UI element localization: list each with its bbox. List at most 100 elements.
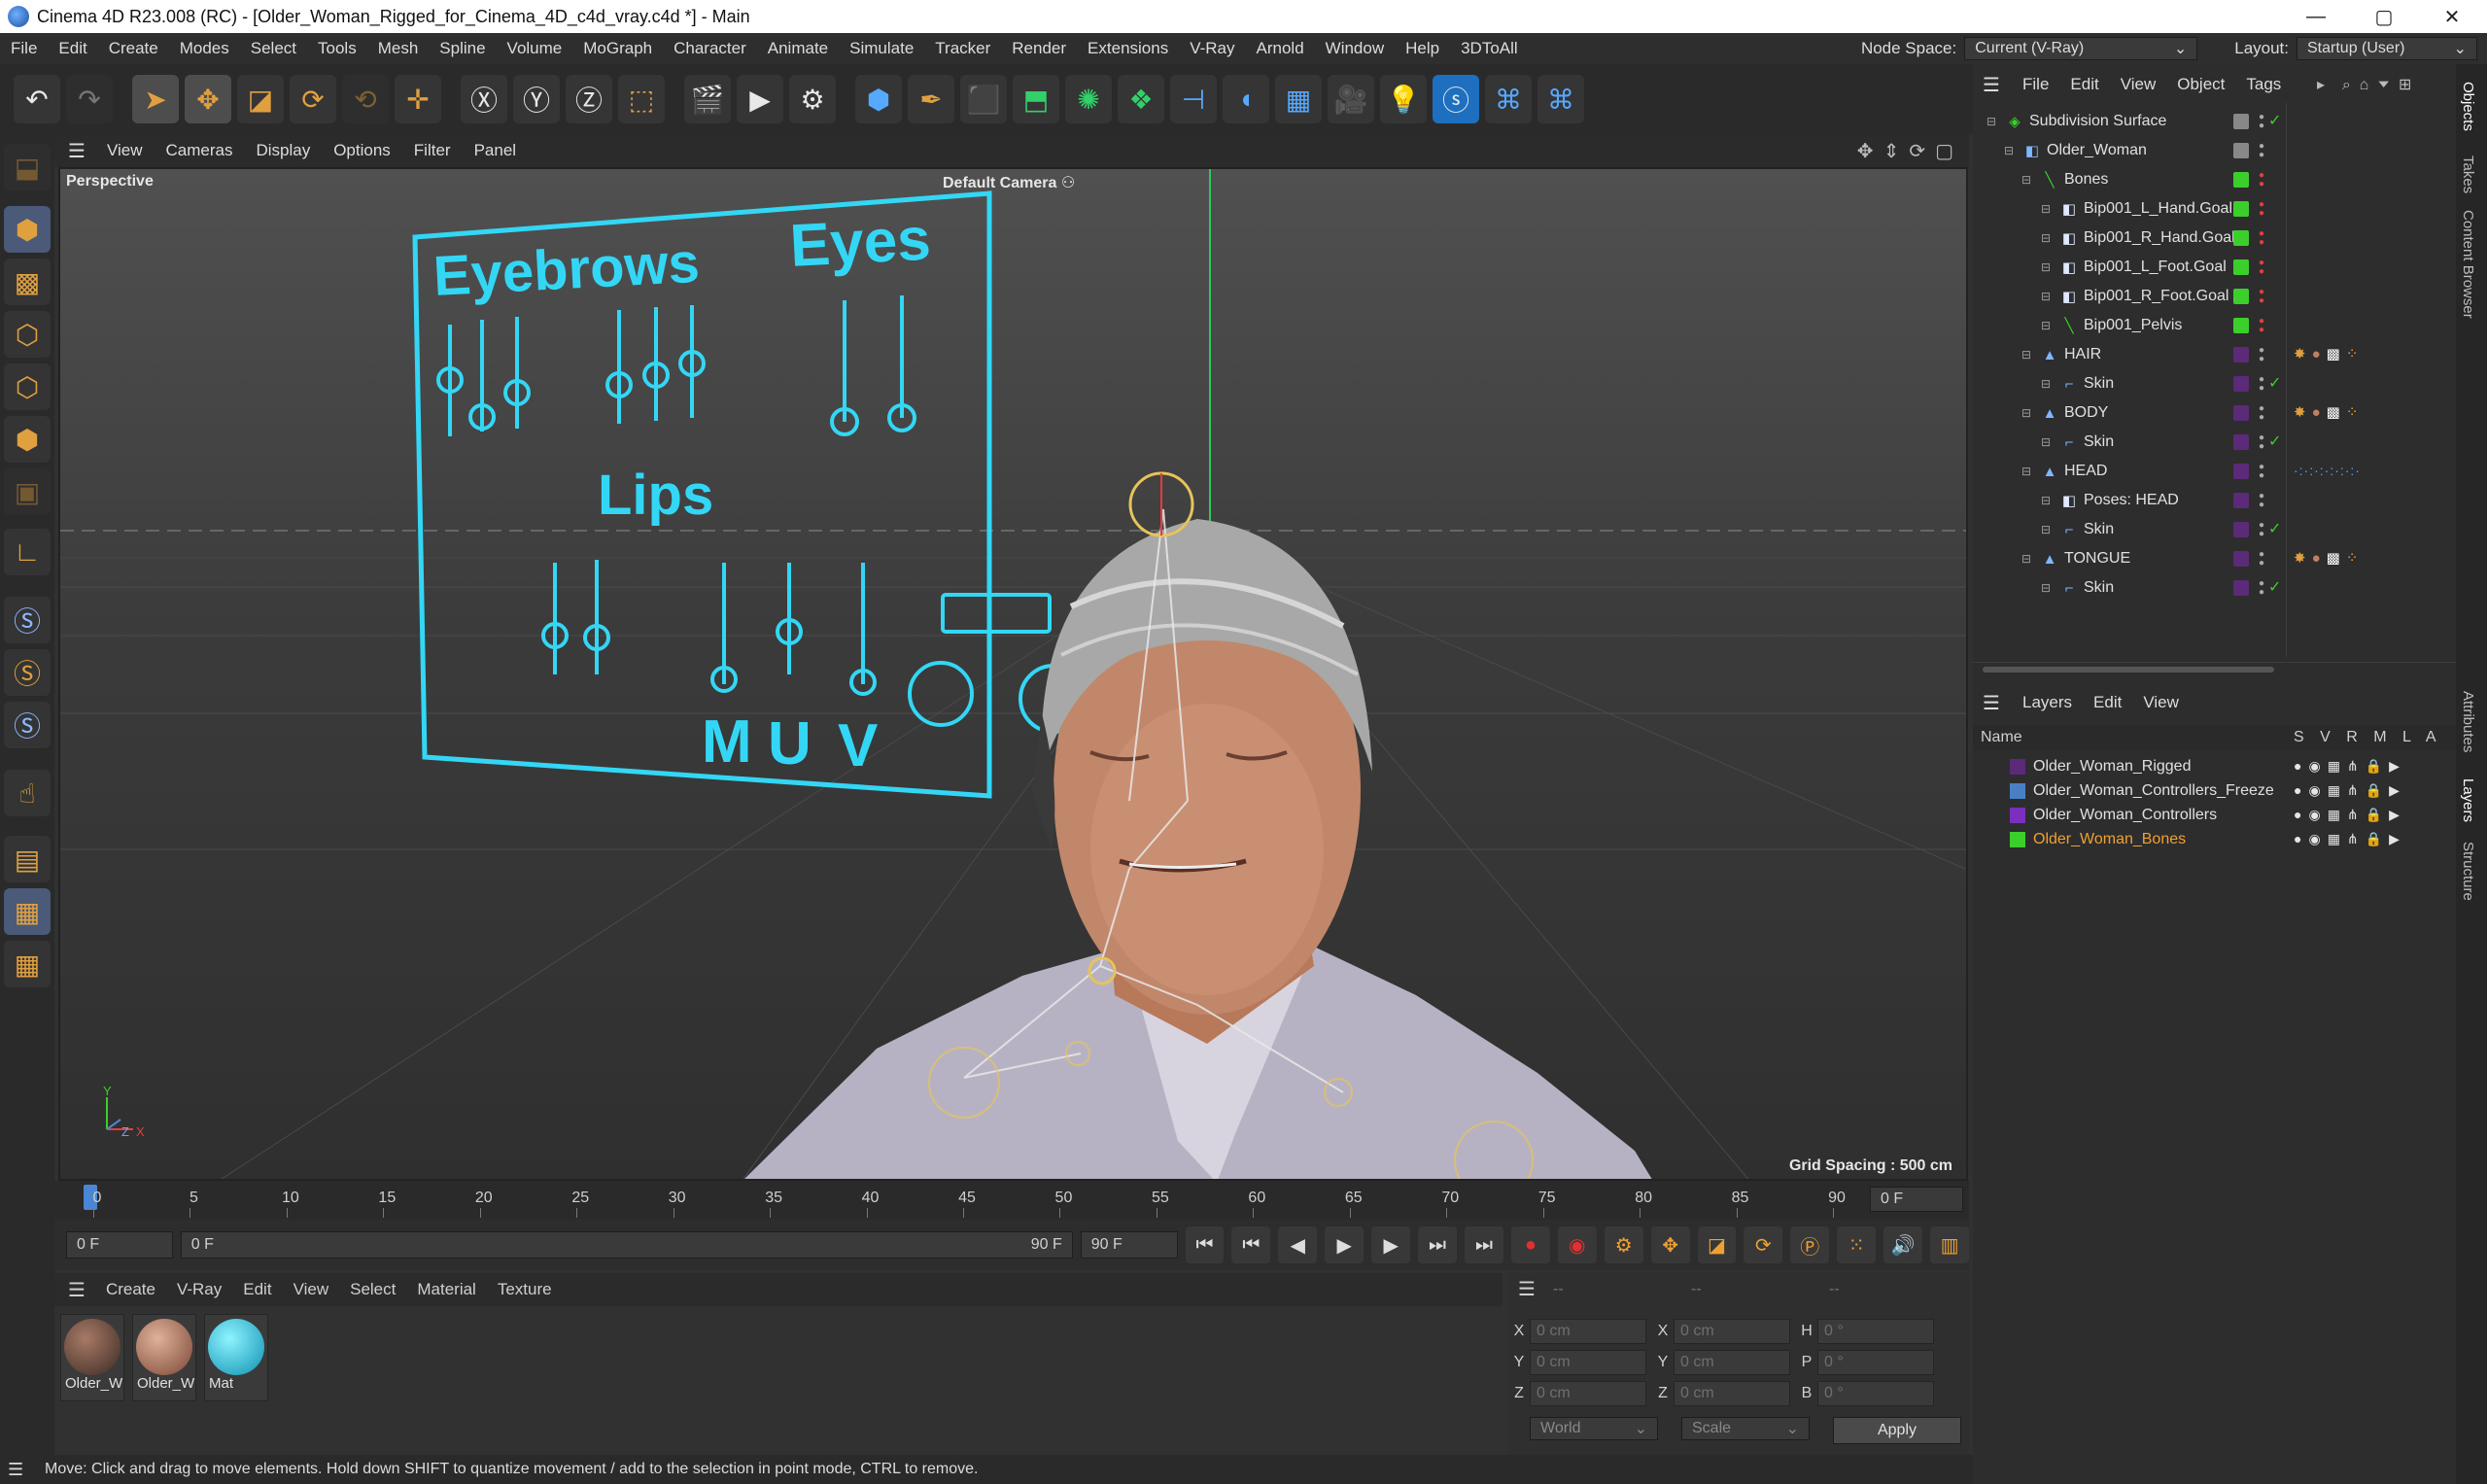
object-row[interactable]: ⊟ ╲ Bip001_Pelvis ● ● <box>1973 311 2456 340</box>
hamburger-icon[interactable]: ☰ <box>54 139 95 163</box>
skin-tag-icon[interactable]: ⁘ <box>2346 550 2365 567</box>
scale-tool-icon[interactable]: ◪ <box>237 75 284 123</box>
next-key-icon[interactable]: ⏭ <box>1418 1226 1457 1263</box>
layer-color-swatch[interactable] <box>2233 230 2249 246</box>
extrude-generator-icon[interactable]: ⬒ <box>1013 75 1059 123</box>
texture-tag-icon[interactable]: ▩ <box>2327 404 2346 421</box>
menu-character[interactable]: Character <box>663 39 757 58</box>
material-swatch[interactable]: Mat <box>204 1314 268 1401</box>
position-x-field[interactable]: 0 cm <box>1530 1319 1646 1344</box>
camera-name[interactable]: Default Camera ⚇ <box>943 173 1075 192</box>
object-row[interactable]: ⊟ ▲ HAIR ● ● ✸●▩⁘ <box>1973 340 2456 369</box>
visibility-dots-icon[interactable]: ● ● <box>2259 317 2264 335</box>
layer-color-swatch[interactable] <box>2233 318 2249 333</box>
size-y-field[interactable]: 0 cm <box>1674 1350 1790 1375</box>
solo-icon[interactable]: ● <box>2294 831 2308 846</box>
workplane-icon[interactable]: ∟ <box>4 529 51 575</box>
visibility-dots-icon[interactable]: ● ● <box>2259 579 2264 598</box>
material-menu-edit[interactable]: Edit <box>232 1280 282 1299</box>
visible-eye-icon[interactable]: ◉ <box>2308 807 2327 822</box>
uv-mode-icon[interactable]: ▣ <box>4 468 51 515</box>
layer-row[interactable]: Older_Woman_Bones ●◉▦⋔🔒▶ <box>1973 827 2456 851</box>
current-frame-field[interactable]: 0 F <box>1870 1187 1963 1212</box>
grid-settings-icon[interactable]: ▦ <box>4 941 51 987</box>
search-icon[interactable]: ⌕ <box>2342 77 2351 93</box>
menu-tools[interactable]: Tools <box>307 39 367 58</box>
home-icon[interactable]: ⌂ <box>2360 77 2369 93</box>
material-swatch[interactable]: Older_W <box>60 1314 124 1401</box>
rotation-p-field[interactable]: 0 ° <box>1817 1350 1934 1375</box>
go-to-end-icon[interactable]: ⏭ <box>1465 1226 1503 1263</box>
menu-window[interactable]: Window <box>1315 39 1395 58</box>
key-parameter-icon[interactable]: Ⓟ <box>1790 1226 1830 1263</box>
z-axis-lock-icon[interactable]: Ⓩ <box>566 75 612 123</box>
next-frame-icon[interactable]: ▶ <box>1371 1226 1411 1263</box>
timeline-ruler[interactable]: 0 5 10 15 20 25 30 35 40 45 50 55 60 65 70 75 80 85 90 0 F <box>54 1181 1969 1220</box>
scrollbar-thumb[interactable] <box>1983 667 2274 673</box>
menu-tracker[interactable]: Tracker <box>924 39 1001 58</box>
enabled-check-icon[interactable]: ✓ <box>2268 431 2281 451</box>
new-window-icon[interactable]: ⊞ <box>2399 77 2411 93</box>
object-row[interactable]: ⊟ ◧ Older_Woman ● ● <box>1973 136 2456 165</box>
polygons-mode-icon[interactable]: ⬢ <box>4 416 51 463</box>
key-pla-icon[interactable]: ⁙ <box>1837 1226 1877 1263</box>
visibility-dots-icon[interactable]: ● ● <box>2259 229 2264 248</box>
snap-settings-icon[interactable]: Ⓢ <box>4 649 51 696</box>
layer-color-swatch[interactable] <box>2233 551 2249 567</box>
visibility-dots-icon[interactable]: ● ● <box>2259 492 2264 510</box>
tab-content-browser[interactable]: Content Browser <box>2460 210 2476 319</box>
tab-attributes[interactable]: Attributes <box>2460 691 2476 752</box>
python-script-icon[interactable]: ⌘ <box>1485 75 1532 123</box>
close-button[interactable]: ✕ <box>2418 0 2486 33</box>
sound-icon[interactable]: 🔊 <box>1883 1226 1923 1263</box>
viewport-menu-options[interactable]: Options <box>322 141 402 160</box>
menu-edit[interactable]: Edit <box>48 39 97 58</box>
manager-icon[interactable]: ⋔ <box>2347 807 2366 822</box>
autokey-icon[interactable]: ◉ <box>1557 1226 1597 1263</box>
character-model[interactable] <box>741 471 1654 1181</box>
expand-toggle-icon[interactable]: ⊟ <box>2037 317 2055 334</box>
previous-key-icon[interactable]: ⏮ <box>1231 1226 1271 1263</box>
visibility-dots-icon[interactable]: ● ● <box>2259 550 2264 569</box>
visibility-dots-icon[interactable]: ● ● <box>2259 346 2264 364</box>
texture-tag-icon[interactable]: ▩ <box>2327 550 2346 567</box>
texture-mode-icon[interactable]: ▩ <box>4 259 51 305</box>
object-row[interactable]: ⊟ ╲ Bones ● ● <box>1973 165 2456 194</box>
layer-color-swatch[interactable] <box>2010 782 2025 799</box>
viewport-menu-panel[interactable]: Panel <box>463 141 528 160</box>
enabled-check-icon[interactable]: ✓ <box>2268 577 2281 597</box>
animation-play-icon[interactable]: ▶ <box>2389 807 2406 822</box>
floor-environment-icon[interactable]: ▦ <box>1275 75 1322 123</box>
viewport-menu-filter[interactable]: Filter <box>402 141 463 160</box>
size-mode-dropdown[interactable]: Scale ⌄ <box>1681 1417 1810 1440</box>
menu-create[interactable]: Create <box>98 39 169 58</box>
cloner-icon[interactable]: ✺ <box>1065 75 1112 123</box>
expand-toggle-icon[interactable]: ⊟ <box>2018 550 2035 568</box>
expand-toggle-icon[interactable]: ⊟ <box>2037 375 2055 393</box>
menu-mesh[interactable]: Mesh <box>367 39 430 58</box>
visibility-dots-icon[interactable]: ● ● <box>2259 200 2264 219</box>
object-menu-view[interactable]: View <box>2110 75 2167 94</box>
material-tag-icon[interactable]: ● <box>2312 550 2327 567</box>
expand-toggle-icon[interactable]: ⊟ <box>1983 113 2000 130</box>
size-x-field[interactable]: 0 cm <box>1674 1319 1790 1344</box>
layer-color-swatch[interactable] <box>2010 758 2025 775</box>
rotate-tool-icon[interactable]: ⟳ <box>290 75 336 123</box>
visibility-dots-icon[interactable]: ● ● <box>2259 521 2264 539</box>
object-menu-edit[interactable]: Edit <box>2059 75 2109 94</box>
layer-color-swatch[interactable] <box>2233 580 2249 596</box>
minimize-button[interactable]: — <box>2282 0 2350 33</box>
orbit-view-icon[interactable]: ⟳ <box>1909 139 1925 163</box>
position-z-field[interactable]: 0 cm <box>1530 1381 1646 1406</box>
material-tag-icon[interactable]: ● <box>2312 346 2327 362</box>
visible-eye-icon[interactable]: ◉ <box>2308 782 2327 798</box>
timeline-window-icon[interactable]: ▥ <box>1930 1226 1969 1263</box>
recent-tool-icon[interactable]: ⟲ <box>342 75 389 123</box>
layer-row[interactable]: Older_Woman_Controllers ●◉▦⋔🔒▶ <box>1973 803 2456 827</box>
material-menu-view[interactable]: View <box>283 1280 340 1299</box>
object-row[interactable]: ⊟ ◧ Bip001_L_Hand.Goal ● ● <box>1973 194 2456 224</box>
pen-spline-icon[interactable]: ✒ <box>908 75 954 123</box>
menu-simulate[interactable]: Simulate <box>839 39 924 58</box>
manager-icon[interactable]: ⋔ <box>2347 782 2366 798</box>
position-y-field[interactable]: 0 cm <box>1530 1350 1646 1375</box>
